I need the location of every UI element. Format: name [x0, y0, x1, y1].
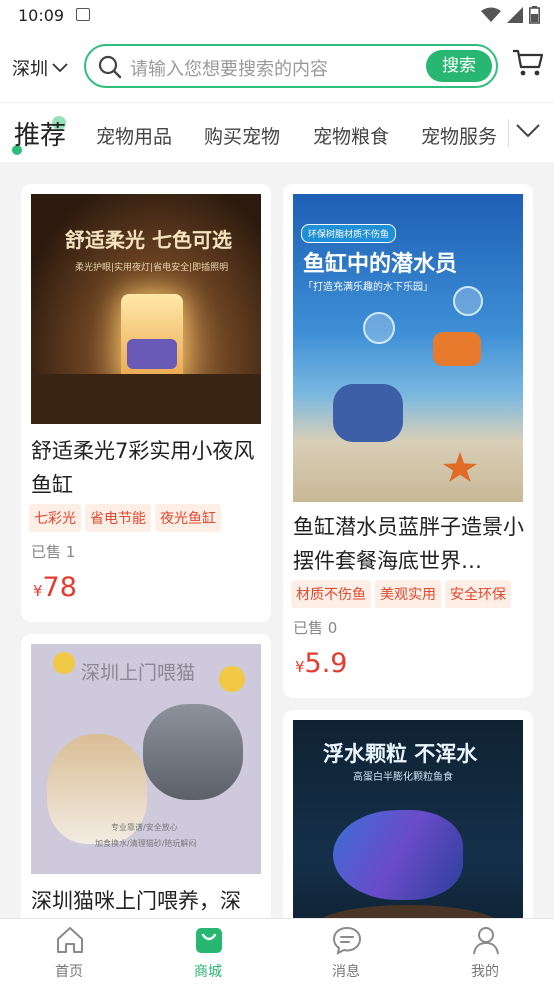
- tab-pet-services[interactable]: 宠物服务: [421, 122, 497, 149]
- image-subtext: 专业靠谱/安全放心: [111, 823, 178, 832]
- product-card[interactable]: 舒适柔光 七色可选 柔光护眼|实用夜灯|省电安全|即插照明 舒适柔光7彩实用小夜…: [21, 184, 271, 622]
- nav-home[interactable]: 首页: [29, 919, 109, 984]
- product-tag: 材质不伤鱼: [291, 580, 371, 608]
- user-icon: [473, 927, 499, 955]
- search-bar[interactable]: 请输入您想要搜索的内容 搜索: [84, 44, 498, 88]
- search-button[interactable]: 搜索: [426, 50, 492, 82]
- currency-symbol: ¥: [295, 658, 305, 676]
- image-subtext: 加食换水/清理猫砂/陪玩解闷: [95, 839, 197, 848]
- smiley-sticker: [219, 666, 245, 692]
- product-tag: 安全环保: [445, 580, 511, 608]
- wifi-icon: [481, 7, 501, 22]
- product-title: 深圳猫咪上门喂养，深: [31, 889, 241, 913]
- tab-buy-pets[interactable]: 购买宠物: [204, 122, 280, 149]
- product-price: ¥78: [33, 572, 77, 603]
- diver-orange-illustration: [433, 332, 481, 366]
- product-image: 环保树脂材质不伤鱼 鱼缸中的潜水员 「打造充满乐趣的水下乐园」: [293, 194, 523, 502]
- diver-blue-illustration: [333, 384, 403, 442]
- product-image: 深圳上门喂猫 专业靠谱/安全放心 加食换水/清理猫砂/陪玩解闷: [31, 644, 261, 874]
- product-tag: 七彩光: [29, 504, 81, 532]
- bubble-illustration: [453, 286, 483, 316]
- product-image: 舒适柔光 七色可选 柔光护眼|实用夜灯|省电安全|即插照明: [31, 194, 261, 424]
- nav-messages-label: 消息: [332, 964, 360, 980]
- smiley-sticker: [53, 652, 75, 674]
- product-price: ¥5.9: [295, 648, 348, 679]
- product-tag: 省电节能: [85, 504, 151, 532]
- image-subtext: 柔光护眼|实用夜灯|省电安全|即插照明: [75, 263, 229, 273]
- aquarium-illustration: [127, 339, 177, 369]
- cart-icon[interactable]: [512, 48, 544, 78]
- image-headline: 浮水颗粒 不浑水: [323, 742, 478, 766]
- product-card[interactable]: 浮水颗粒 不浑水 高蛋白半膨化颗粒鱼食: [283, 710, 533, 940]
- bottom-nav: 首页 商城 消息 我的: [0, 918, 554, 984]
- status-icons: [481, 6, 540, 24]
- tab-recommend[interactable]: 推荐: [12, 115, 67, 155]
- shop-bag-icon: [196, 928, 222, 953]
- signal-icon: [507, 7, 523, 23]
- image-headline: 深圳上门喂猫: [81, 662, 196, 684]
- image-subtext: 「打造充满乐趣的水下乐园」: [303, 282, 433, 293]
- image-headline: 鱼缸中的潜水员: [303, 252, 458, 277]
- sold-count: 已售 1: [31, 543, 76, 561]
- product-tags: 材质不伤鱼 美观实用 安全环保: [291, 580, 511, 608]
- status-bar: 10:09: [0, 0, 554, 32]
- product-title: 舒适柔光7彩实用小夜风鱼缸: [31, 439, 255, 497]
- battery-icon: [529, 6, 540, 24]
- image-badge: 环保树脂材质不伤鱼: [301, 224, 397, 243]
- message-icon: [332, 926, 362, 955]
- image-subtext: 高蛋白半膨化颗粒鱼食: [353, 772, 453, 783]
- currency-symbol: ¥: [33, 582, 43, 600]
- city-selector[interactable]: 深圳: [12, 55, 68, 81]
- price-value: 5.9: [304, 648, 348, 679]
- sim-card-icon: [76, 8, 90, 21]
- image-headline: 舒适柔光 七色可选: [65, 228, 232, 252]
- chevron-down-icon[interactable]: [516, 123, 540, 139]
- category-tabs: 推荐 宠物用品 购买宠物 宠物粮食 宠物服务: [0, 102, 554, 162]
- nav-shop-label: 商城: [194, 964, 222, 980]
- product-title: 鱼缸潜水员蓝胖子造景小摆件套餐海底世界…: [293, 515, 524, 573]
- product-card[interactable]: 环保树脂材质不伤鱼 鱼缸中的潜水员 「打造充满乐趣的水下乐园」 鱼缸潜水员蓝胖子…: [283, 184, 533, 698]
- tab-recommend-label: 推荐: [14, 121, 67, 151]
- sold-count: 已售 0: [293, 619, 338, 637]
- status-time: 10:09: [18, 6, 65, 25]
- chevron-down-icon: [52, 63, 68, 73]
- product-tag: 夜光鱼缸: [155, 504, 221, 532]
- product-tag: 美观实用: [375, 580, 441, 608]
- bubble-illustration: [363, 312, 395, 344]
- cat-illustration: [143, 704, 243, 800]
- product-image: 浮水颗粒 不浑水 高蛋白半膨化颗粒鱼食: [293, 720, 523, 940]
- home-icon: [57, 927, 83, 953]
- nav-shop[interactable]: 商城: [168, 919, 248, 984]
- city-label: 深圳: [12, 59, 48, 80]
- product-tags: 七彩光 省电节能 夜光鱼缸: [29, 504, 221, 532]
- header: 深圳 请输入您想要搜索的内容 搜索: [0, 32, 554, 102]
- product-card[interactable]: 深圳上门喂猫 专业靠谱/安全放心 加食换水/清理猫砂/陪玩解闷 深圳猫咪上门喂养…: [21, 634, 271, 934]
- nav-profile[interactable]: 我的: [445, 919, 525, 984]
- search-icon: [98, 55, 122, 79]
- tab-divider: [508, 119, 509, 147]
- tab-pet-food[interactable]: 宠物粮食: [313, 122, 389, 149]
- starfish-illustration: [443, 452, 477, 482]
- fish-illustration: [333, 810, 463, 900]
- price-value: 78: [42, 572, 77, 603]
- tab-pet-supplies[interactable]: 宠物用品: [96, 122, 172, 149]
- nav-messages[interactable]: 消息: [306, 919, 386, 984]
- nav-home-label: 首页: [55, 964, 83, 980]
- search-input[interactable]: 请输入您想要搜索的内容: [130, 55, 328, 81]
- table-illustration: [31, 374, 261, 424]
- nav-profile-label: 我的: [471, 964, 499, 980]
